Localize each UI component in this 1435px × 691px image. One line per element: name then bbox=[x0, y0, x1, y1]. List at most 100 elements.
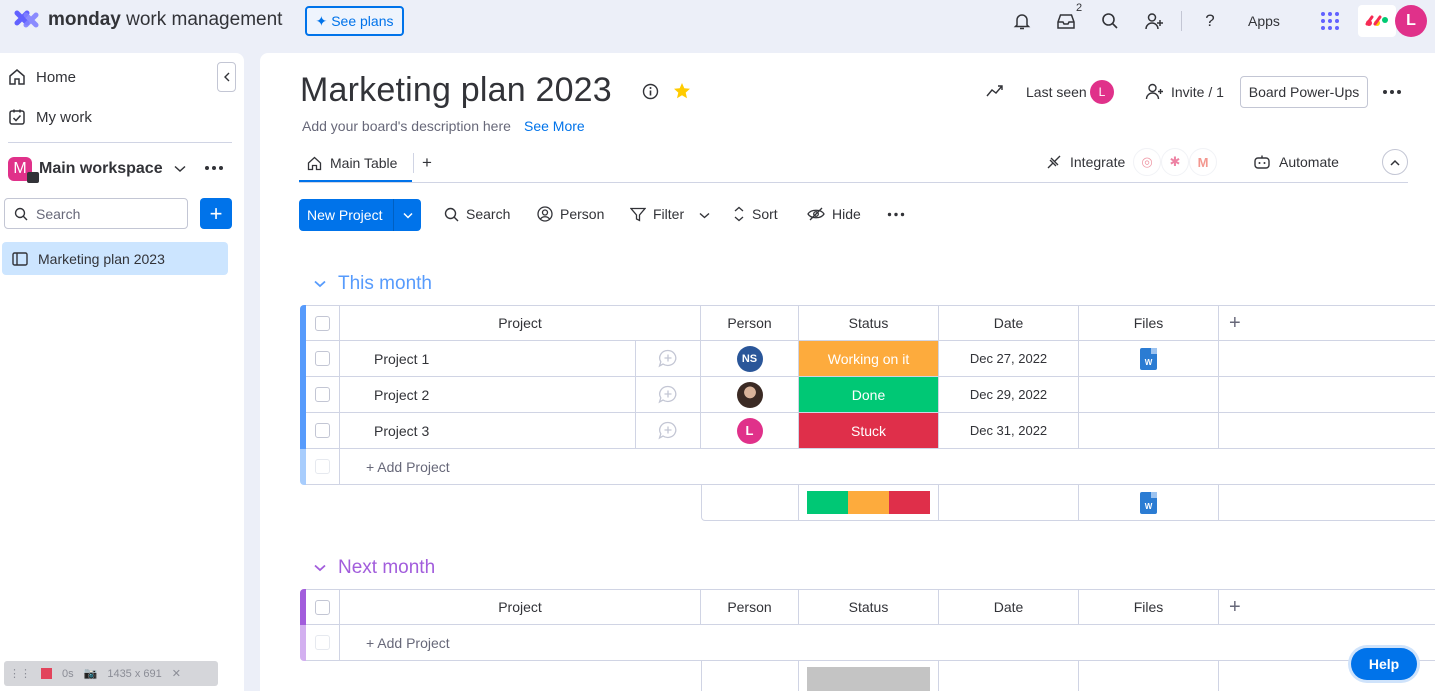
row-checkbox[interactable] bbox=[315, 387, 330, 402]
group-title-next-month[interactable]: Next month bbox=[314, 557, 435, 579]
add-item-row[interactable]: + Add Project bbox=[300, 625, 1435, 661]
search-icon[interactable] bbox=[1099, 10, 1121, 32]
see-more-link[interactable]: See More bbox=[524, 118, 585, 134]
select-all-checkbox[interactable] bbox=[315, 599, 330, 615]
status-cell[interactable]: Working on it bbox=[799, 341, 939, 377]
last-seen-avatar[interactable]: L bbox=[1090, 80, 1114, 104]
toolbar-sort-button[interactable]: Sort bbox=[733, 206, 778, 222]
toolbar-search-button[interactable]: Search bbox=[444, 206, 510, 222]
chevron-down-icon[interactable] bbox=[314, 564, 326, 572]
board-more-icon[interactable] bbox=[1382, 89, 1402, 95]
files-cell[interactable]: W bbox=[1079, 341, 1219, 377]
collapse-sidebar-button[interactable] bbox=[217, 62, 236, 92]
inbox-icon[interactable] bbox=[1055, 10, 1077, 32]
column-header-person[interactable]: Person bbox=[701, 589, 799, 625]
select-all-checkbox[interactable] bbox=[315, 315, 330, 331]
workspace-name[interactable]: Main workspace bbox=[39, 160, 163, 178]
drag-handle-icon[interactable]: ⋮⋮ bbox=[4, 667, 36, 680]
camera-icon[interactable]: 📷 bbox=[79, 667, 103, 680]
brand-name[interactable]: monday work management bbox=[48, 9, 282, 31]
row-checkbox[interactable] bbox=[315, 423, 330, 438]
add-project-input[interactable]: + Add Project bbox=[340, 449, 1435, 485]
new-project-dropdown-chevron-icon[interactable] bbox=[393, 199, 421, 231]
summary-status-cell[interactable] bbox=[799, 485, 939, 521]
item-name[interactable]: Project 3 bbox=[340, 413, 636, 449]
column-header-date[interactable]: Date bbox=[939, 589, 1079, 625]
person-cell[interactable]: L bbox=[701, 413, 799, 449]
help-button[interactable]: Help bbox=[1351, 648, 1417, 680]
add-update-cell[interactable] bbox=[636, 341, 701, 377]
add-update-cell[interactable] bbox=[636, 413, 701, 449]
favorite-star-icon[interactable] bbox=[673, 82, 691, 100]
record-stop-button[interactable] bbox=[36, 668, 57, 679]
sidebar-item-my-work[interactable]: My work bbox=[8, 108, 92, 126]
activity-trend-icon[interactable] bbox=[986, 84, 1004, 98]
person-cell[interactable]: NS bbox=[701, 341, 799, 377]
sidebar-item-home[interactable]: Home bbox=[8, 68, 76, 86]
column-header-project[interactable]: Project bbox=[340, 305, 701, 341]
invite-button[interactable]: Invite / 1 bbox=[1171, 84, 1224, 100]
word-file-icon[interactable]: W bbox=[1140, 491, 1157, 514]
apps-link[interactable]: Apps bbox=[1248, 13, 1280, 29]
group-title-this-month[interactable]: This month bbox=[314, 273, 432, 295]
board-title[interactable]: Marketing plan 2023 bbox=[300, 71, 612, 110]
new-project-button[interactable]: New Project bbox=[299, 199, 421, 231]
date-cell[interactable]: Dec 27, 2022 bbox=[939, 341, 1079, 377]
notifications-bell-icon[interactable] bbox=[1011, 10, 1033, 32]
close-icon[interactable]: ✕ bbox=[167, 667, 186, 680]
filter-chevron-down-icon[interactable] bbox=[699, 212, 710, 219]
help-question-icon[interactable]: ? bbox=[1199, 10, 1221, 32]
add-view-plus-icon[interactable]: + bbox=[422, 153, 432, 173]
toolbar-more-icon[interactable] bbox=[887, 212, 905, 217]
see-plans-button[interactable]: ✦ See plans bbox=[305, 6, 404, 36]
last-seen-label[interactable]: Last seen bbox=[1026, 84, 1087, 100]
column-header-status[interactable]: Status bbox=[799, 305, 939, 341]
column-header-status[interactable]: Status bbox=[799, 589, 939, 625]
column-header-files[interactable]: Files bbox=[1079, 305, 1219, 341]
table-row[interactable]: Project 2 Done Dec 29, 2022 bbox=[300, 377, 1435, 413]
chevron-down-icon[interactable] bbox=[314, 280, 326, 288]
word-file-icon[interactable]: W bbox=[1140, 347, 1157, 370]
status-distribution-bar[interactable] bbox=[807, 491, 930, 514]
product-switcher-grid-icon[interactable] bbox=[1319, 10, 1341, 32]
tab-main-table[interactable]: Main Table bbox=[299, 146, 412, 182]
workspace-chevron-down-icon[interactable] bbox=[174, 165, 186, 173]
status-cell[interactable]: Done bbox=[799, 377, 939, 413]
monday-logo-icon[interactable] bbox=[14, 9, 40, 33]
info-icon[interactable] bbox=[642, 83, 659, 100]
item-name[interactable]: Project 1 bbox=[340, 341, 636, 377]
table-row[interactable]: Project 3 L Stuck Dec 31, 2022 bbox=[300, 413, 1435, 449]
workspace-more-icon[interactable] bbox=[204, 165, 224, 171]
board-power-ups-button[interactable]: Board Power-Ups bbox=[1240, 76, 1368, 108]
summary-files-cell[interactable]: W bbox=[1079, 485, 1219, 521]
sidebar-item-board[interactable]: Marketing plan 2023 bbox=[2, 242, 228, 275]
user-avatar[interactable]: L bbox=[1395, 5, 1427, 37]
toolbar-hide-button[interactable]: Hide bbox=[807, 206, 861, 222]
integration-logos[interactable]: ◎ ✱ M bbox=[1133, 148, 1217, 176]
date-cell[interactable]: Dec 29, 2022 bbox=[939, 377, 1079, 413]
board-description[interactable]: Add your board's description here bbox=[302, 118, 511, 134]
person-cell[interactable] bbox=[701, 377, 799, 413]
column-header-project[interactable]: Project bbox=[340, 589, 701, 625]
integrate-button[interactable]: Integrate bbox=[1070, 154, 1125, 170]
integrate-icon[interactable] bbox=[1045, 153, 1063, 171]
toolbar-person-button[interactable]: Person bbox=[537, 206, 604, 222]
add-update-cell[interactable] bbox=[636, 377, 701, 413]
add-column-plus-icon[interactable]: + bbox=[1219, 589, 1435, 625]
add-item-button[interactable]: + bbox=[200, 198, 232, 229]
invite-members-icon[interactable] bbox=[1143, 10, 1165, 32]
account-logo-icon[interactable] bbox=[1358, 5, 1396, 37]
files-cell[interactable] bbox=[1079, 413, 1219, 449]
column-header-person[interactable]: Person bbox=[701, 305, 799, 341]
column-header-files[interactable]: Files bbox=[1079, 589, 1219, 625]
automate-button[interactable]: Automate bbox=[1279, 154, 1339, 170]
sidebar-search-input[interactable]: Search bbox=[4, 198, 188, 229]
date-cell[interactable]: Dec 31, 2022 bbox=[939, 413, 1079, 449]
add-column-plus-icon[interactable]: + bbox=[1219, 305, 1435, 341]
automate-robot-icon[interactable] bbox=[1253, 154, 1271, 170]
collapse-header-button[interactable] bbox=[1382, 149, 1408, 175]
row-checkbox[interactable] bbox=[315, 351, 330, 366]
column-header-date[interactable]: Date bbox=[939, 305, 1079, 341]
table-row[interactable]: Project 1 NS Working on it Dec 27, 2022 … bbox=[300, 341, 1435, 377]
item-name[interactable]: Project 2 bbox=[340, 377, 636, 413]
